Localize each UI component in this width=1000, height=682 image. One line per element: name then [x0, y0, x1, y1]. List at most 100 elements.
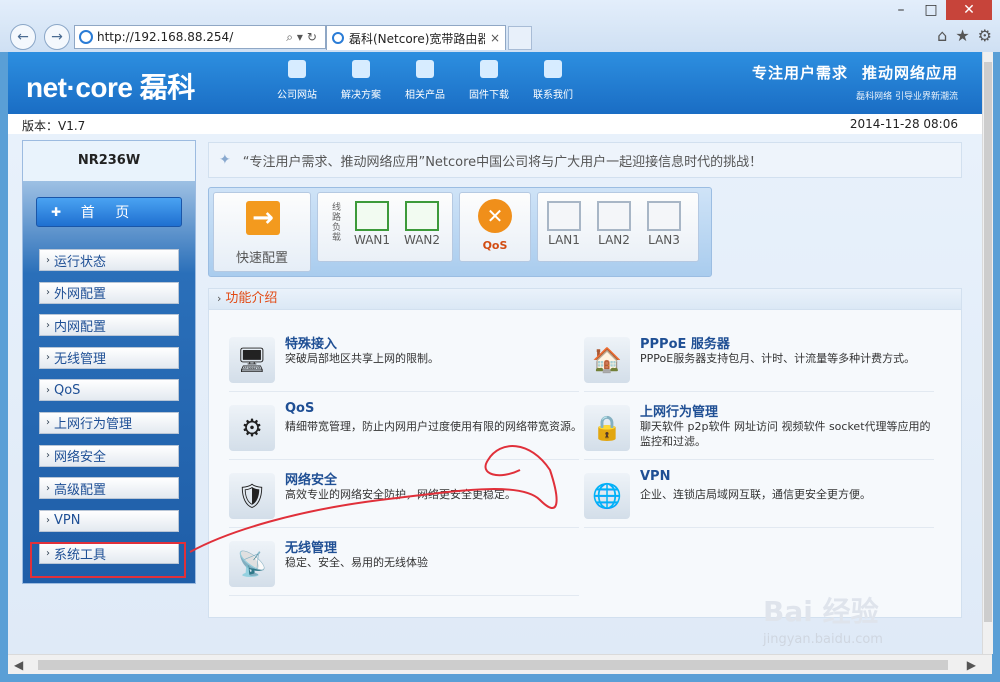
chevron-right-icon: ›: [46, 254, 50, 266]
feature-desc: 聊天软件 p2p软件 网址访问 视频软件 socket代理等应用的监控和过滤。: [640, 420, 931, 448]
top-nav: 公司网站 解决方案 相关产品 固件下载 联系我们: [270, 60, 580, 101]
sidebar-item-advanced[interactable]: › 高级配置: [39, 477, 179, 500]
scroll-right-icon[interactable]: ▶: [967, 658, 976, 672]
wan2-port[interactable]: WAN2: [402, 201, 442, 247]
chevron-right-icon: ›: [46, 319, 50, 331]
lan2-port[interactable]: LAN2: [594, 201, 634, 247]
scroll-thumb[interactable]: [984, 62, 992, 622]
plus-icon: ✚: [51, 205, 62, 219]
address-bar[interactable]: http://192.168.88.254/ ⌕▾↻: [74, 25, 326, 49]
home-icon[interactable]: ⌂: [937, 26, 947, 45]
feature-wireless[interactable]: 📡 无线管理 稳定、安全、易用的无线体验: [229, 535, 579, 596]
scroll-left-icon[interactable]: ◀: [14, 658, 23, 672]
new-tab-button[interactable]: [508, 26, 532, 50]
sidebar-item-qos[interactable]: › QoS: [39, 379, 179, 402]
scroll-thumb[interactable]: [38, 660, 948, 670]
house-icon: 🏠: [584, 337, 630, 383]
close-tab-icon[interactable]: ×: [485, 31, 505, 45]
feature-vpn[interactable]: 🌐 VPN 企业、连锁店局域网互联，通信更安全更方便。: [584, 467, 934, 528]
chevron-right-icon: ›: [46, 287, 50, 299]
ie-icon: [332, 32, 344, 44]
features-panel: › 功能介绍 🖥 特殊接入 突破局部地区共享上网的限制。 🏠 PPPoE 服务器 …: [208, 288, 962, 618]
port-label: LAN3: [648, 233, 680, 247]
version-text: 版本：V1.7: [22, 119, 86, 133]
nav-contact[interactable]: 联系我们: [526, 60, 580, 101]
quick-setup-button[interactable]: → 快速配置: [213, 192, 311, 272]
sidebar-item-label: 网络安全: [54, 450, 107, 466]
nav-label: 公司网站: [277, 90, 317, 101]
wan1-port[interactable]: WAN1: [352, 201, 392, 247]
ethernet-port-icon: [405, 201, 439, 231]
feature-title: 无线管理: [285, 541, 338, 556]
netcore-logo[interactable]: net·core 磊科: [26, 66, 195, 106]
feature-special-access[interactable]: 🖥 特殊接入 突破局部地区共享上网的限制。: [229, 331, 579, 392]
feature-qos[interactable]: ⚙ QoS 精细带宽管理，防止内网用户过度使用有限的网络带宽资源。: [229, 399, 582, 460]
chevron-right-icon: ›: [46, 352, 50, 364]
nav-solutions[interactable]: 解决方案: [334, 60, 388, 101]
feature-title: VPN: [640, 469, 671, 484]
slogan-sub: 磊科网络 引导业界新潮流: [856, 92, 958, 102]
sidebar-item-vpn[interactable]: › VPN: [39, 509, 179, 532]
sidebar-item-wan[interactable]: › 外网配置: [39, 281, 179, 304]
close-icon[interactable]: ✕: [946, 0, 992, 20]
sidebar-item-status[interactable]: › 运行状态: [39, 249, 179, 271]
chevron-right-icon: ›: [217, 292, 222, 305]
nav-company-site[interactable]: 公司网站: [270, 60, 324, 101]
router-header: net·core 磊科 公司网站 解决方案 相关产品 固件下载 联系我们 专注用…: [8, 52, 982, 114]
feature-desc: 突破局部地区共享上网的限制。: [285, 352, 439, 365]
tools-icon: [352, 60, 370, 78]
shield-icon: 🛡: [229, 473, 275, 519]
chat-icon: [544, 60, 562, 78]
qos-label: QoS: [482, 239, 508, 252]
monitor-icon: [288, 60, 306, 78]
lan1-port[interactable]: LAN1: [544, 201, 584, 247]
gears-icon: ⚙: [229, 405, 275, 451]
sparkle-icon: ✦: [219, 152, 231, 168]
monitor-icon: 🖥: [229, 337, 275, 383]
browser-tab[interactable]: 磊科(Netcore)宽带路由器... ×: [326, 25, 506, 50]
lan-ports: LAN1 LAN2 LAN3: [537, 192, 699, 262]
feature-desc: 精细带宽管理，防止内网用户过度使用有限的网络带宽资源。: [285, 420, 582, 433]
nav-label: 固件下载: [469, 90, 509, 101]
home-button[interactable]: ✚ 首 页: [36, 197, 182, 227]
nav-products[interactable]: 相关产品: [398, 60, 452, 101]
horizontal-scrollbar[interactable]: ◀ ▶: [8, 654, 992, 675]
nav-firmware[interactable]: 固件下载: [462, 60, 516, 101]
qos-status[interactable]: ✕ QoS: [459, 192, 531, 262]
feature-pppoe-server[interactable]: 🏠 PPPoE 服务器 PPPoE服务器支持包月、计时、计流量等多种计费方式。: [584, 331, 934, 392]
sidebar-item-label: QoS: [54, 382, 81, 398]
sidebar-item-label: 高级配置: [54, 482, 107, 498]
sidebar-item-lan[interactable]: › 内网配置: [39, 314, 179, 337]
sidebar-item-wireless[interactable]: › 无线管理: [39, 346, 179, 369]
sidebar-item-behavior[interactable]: › 上网行为管理: [39, 411, 179, 434]
wan-ports: 线路负载 WAN1 WAN2: [317, 192, 453, 262]
ethernet-port-icon: [647, 201, 681, 231]
maximize-icon[interactable]: □: [916, 0, 946, 20]
nav-label: 相关产品: [405, 90, 445, 101]
sidebar-item-label: 外网配置: [54, 287, 107, 303]
datetime-text: 2014-11-28 08:06: [849, 117, 958, 131]
minimize-icon[interactable]: –: [886, 0, 916, 20]
arrow-right-icon: →: [246, 201, 280, 235]
x-circle-icon: ✕: [478, 199, 512, 233]
nav-label: 联系我们: [533, 90, 573, 101]
back-icon[interactable]: ←: [10, 24, 36, 50]
address-url[interactable]: http://192.168.88.254/: [97, 30, 286, 44]
quote-banner: ✦ “专注用户需求、推动网络应用”Netcore中国公司将与广大用户一起迎接信息…: [208, 142, 962, 178]
window-frame: [0, 674, 1000, 682]
forward-icon[interactable]: →: [44, 24, 70, 50]
feature-behavior-management[interactable]: 🔒 上网行为管理 聊天软件 p2p软件 网址访问 视频软件 socket代理等应…: [584, 399, 934, 460]
download-icon: [480, 60, 498, 78]
quick-setup-label: 快速配置: [235, 251, 288, 266]
feature-desc: 企业、连锁店局域网互联，通信更安全更方便。: [640, 488, 871, 501]
settings-icon[interactable]: ⚙: [978, 26, 992, 45]
browser-toolbar-icons: ⌂ ★ ⚙: [937, 26, 992, 45]
vertical-scrollbar[interactable]: [982, 52, 993, 654]
sidebar-item-security[interactable]: › 网络安全: [39, 444, 179, 467]
search-icon[interactable]: ⌕▾↻: [286, 30, 325, 45]
lan3-port[interactable]: LAN3: [644, 201, 684, 247]
feature-desc: 稳定、安全、易用的无线体验: [285, 556, 428, 569]
feature-network-security[interactable]: 🛡 网络安全 高效专业的网络安全防护，网络更安全更稳定。: [229, 467, 579, 528]
favorites-icon[interactable]: ★: [955, 26, 969, 45]
port-label: LAN2: [598, 233, 630, 247]
